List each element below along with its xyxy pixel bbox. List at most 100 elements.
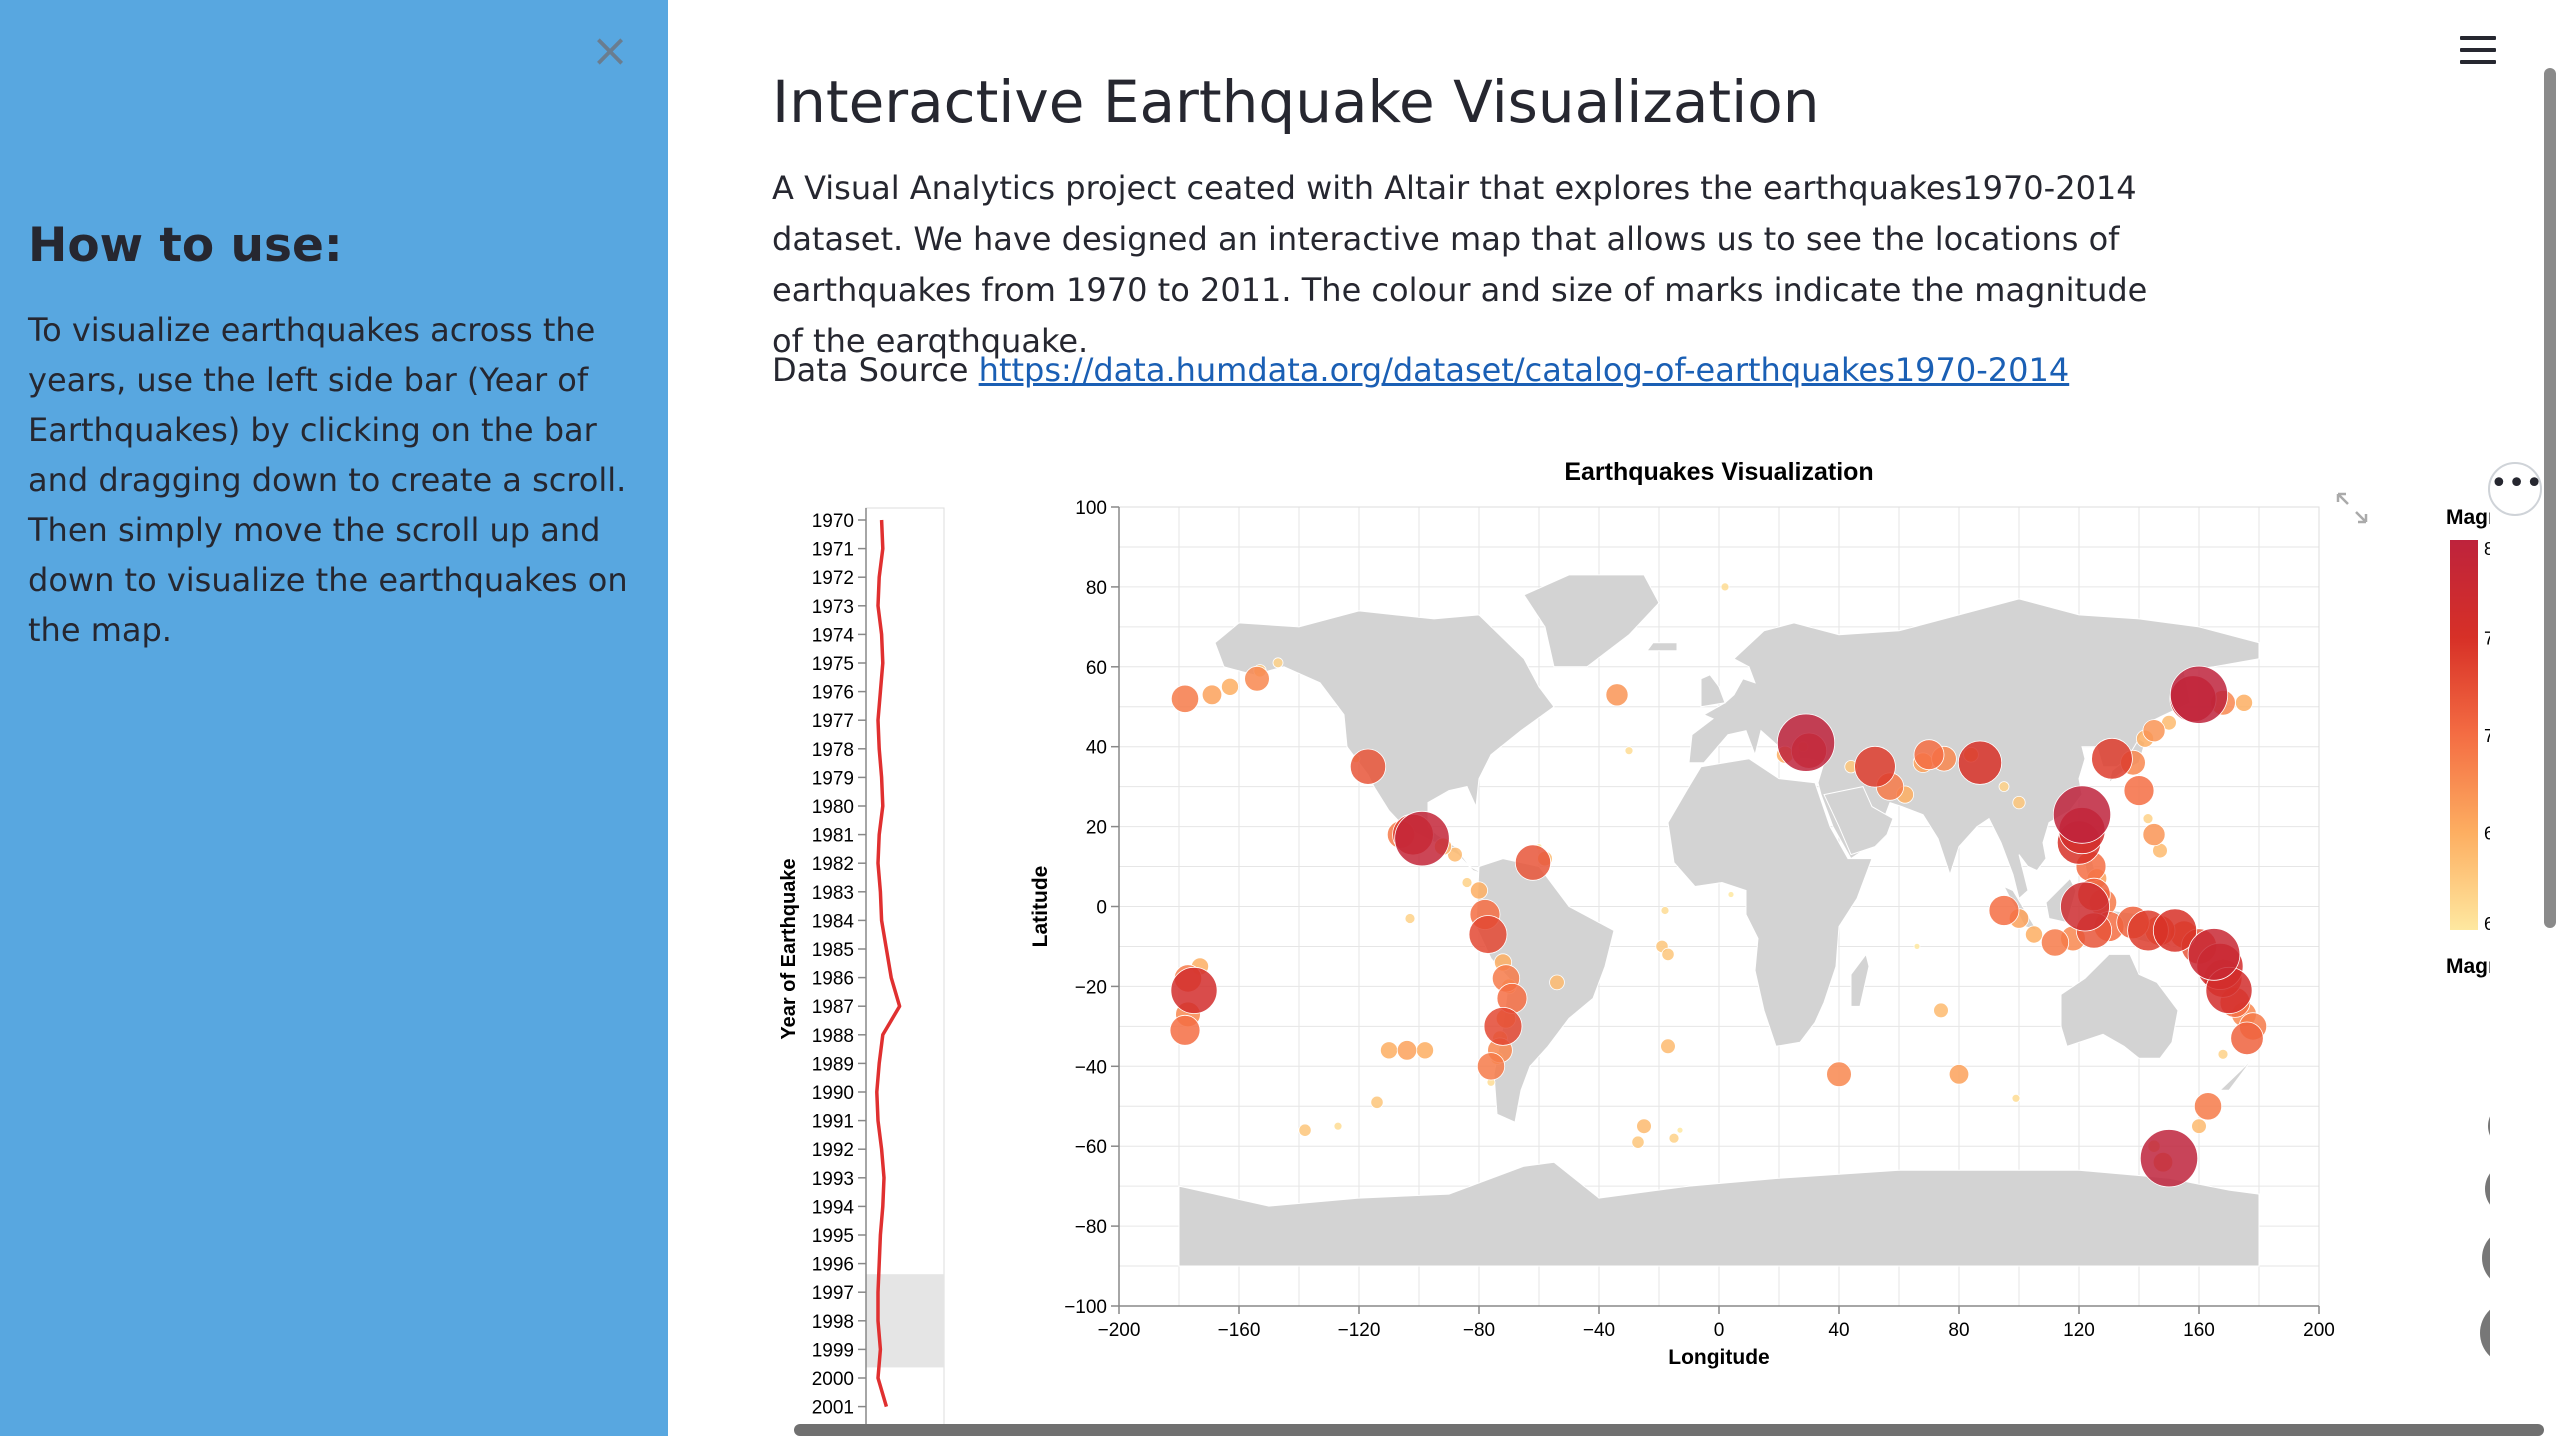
x-tick-label: −160: [1218, 1320, 1261, 1341]
earthquake-point: [2060, 881, 2110, 932]
year-tick-label: 2001: [812, 1398, 854, 1419]
y-tick-label: −40: [1075, 1057, 1107, 1078]
year-tick-label: 1971: [812, 540, 854, 561]
year-tick-label: 1980: [812, 797, 854, 818]
color-legend-label: 6.0: [2484, 914, 2490, 934]
hamburger-menu-icon[interactable]: [2460, 36, 2496, 66]
earthquake-point: [1668, 1132, 1680, 1144]
earthquake-point: [1776, 713, 1836, 772]
earthquake-point: [2142, 823, 2166, 847]
color-legend-title: Magnitude: [2446, 506, 2490, 529]
year-tick-label: 2000: [812, 1369, 854, 1390]
year-tick-label: 1991: [812, 1112, 854, 1133]
earthquake-point: [1404, 913, 1416, 924]
earthquake-point: [1170, 684, 1200, 713]
close-icon[interactable]: ×: [590, 27, 630, 73]
earthquake-point: [2142, 719, 2166, 743]
year-series-line: [875, 519, 902, 1408]
earthquake-point: [2217, 1048, 2229, 1060]
earthquake-point: [2091, 737, 2133, 780]
land-greenland: [1523, 574, 1660, 668]
land-new-zealand: [2218, 1057, 2254, 1091]
year-tick-label: 1986: [812, 969, 854, 990]
year-tick-label: 1977: [812, 711, 854, 732]
earthquake-point: [2169, 665, 2229, 724]
x-tick-label: 120: [2063, 1320, 2095, 1341]
earthquake-point: [1605, 683, 1629, 707]
year-tick-label: 1978: [812, 740, 854, 761]
earthquake-point: [2040, 928, 2070, 957]
menu-line: [2460, 48, 2496, 52]
year-chart[interactable]: 1970 1971 1972 1973 1974 1975 1976 1977 1978 1979…: [778, 507, 945, 1424]
earthquake-point: [1476, 1052, 1506, 1081]
year-tick-label: 1985: [812, 940, 854, 961]
earthquake-point: [1549, 974, 1565, 991]
earthquake-point: [1660, 1038, 1676, 1055]
year-tick-label: 1996: [812, 1255, 854, 1276]
y-tick-label: 40: [1086, 738, 1107, 759]
earthquake-point: [2012, 795, 2026, 810]
y-tick-label: 60: [1086, 658, 1107, 679]
year-tick-label: 1995: [812, 1226, 854, 1247]
color-legend-label: 7.0: [2484, 726, 2490, 746]
earthquake-point: [2191, 1118, 2207, 1134]
horizontal-scrollbar[interactable]: [794, 1424, 2544, 1436]
color-legend-label: 7.5: [2484, 629, 2490, 649]
data-source-label: Data Source: [772, 351, 969, 389]
data-source: Data Source https://data.humdata.org/dat…: [772, 345, 2069, 395]
color-legend-gradient: [2450, 540, 2478, 930]
year-tick-label: 1983: [812, 883, 854, 904]
y-tick-label: 0: [1096, 898, 1107, 919]
earthquake-point: [1380, 1041, 1399, 1060]
size-legend-circle: [2488, 1116, 2490, 1136]
x-axis-title: Longitude: [1668, 1346, 1769, 1369]
x-tick-label: −120: [1338, 1320, 1381, 1341]
earthquake-point: [1661, 947, 1675, 962]
year-axis-title: Year of Earthquake: [778, 858, 800, 1039]
year-tick-label: 1992: [812, 1140, 854, 1161]
earthquake-point: [1514, 844, 1552, 881]
earthquake-point: [1169, 1014, 1201, 1046]
more-options-button[interactable]: •••: [2488, 462, 2543, 516]
earthquake-point: [1676, 1126, 1684, 1134]
y-tick-label: 100: [1075, 498, 1107, 519]
year-tick-label: 1989: [812, 1054, 854, 1075]
earthquake-point: [1727, 891, 1735, 898]
sidebar-instructions: To visualize earthquakes across the year…: [28, 311, 628, 649]
menu-line: [2460, 60, 2496, 64]
earthquake-point: [1624, 746, 1634, 756]
vertical-scrollbar[interactable]: [2544, 68, 2556, 928]
earthquake-point: [1298, 1123, 1312, 1137]
year-tick-label: 1994: [812, 1197, 855, 1218]
y-axis-title: Latitude: [1029, 866, 1052, 948]
earthquake-point: [1913, 739, 1945, 771]
x-tick-label: 160: [2183, 1320, 2215, 1341]
page-title: Interactive Earthquake Visualization: [772, 68, 1820, 136]
year-tick-label: 1988: [812, 1026, 854, 1047]
size-legend-circle: [2482, 1237, 2490, 1279]
year-tick-label: 1979: [812, 768, 854, 789]
x-tick-label: −40: [1583, 1320, 1615, 1341]
land-iceland: [1646, 642, 1678, 652]
sidebar-heading: How to use:: [28, 218, 343, 273]
data-source-link[interactable]: https://data.humdata.org/dataset/catalog…: [979, 351, 2070, 389]
earthquake-point: [1396, 1040, 1418, 1061]
earthquake-point: [2139, 1129, 2199, 1188]
earthquake-point: [2142, 813, 2154, 825]
earthquake-point: [2025, 925, 2044, 944]
earthquake-point: [2230, 1021, 2264, 1055]
earthquake-point: [2235, 693, 2254, 712]
earthquake-point: [1220, 677, 1239, 696]
land-madagascar: [1850, 953, 1870, 1007]
land-north-america: [1214, 610, 1555, 875]
x-tick-label: 0: [1714, 1320, 1725, 1341]
year-tick-label: 1974: [812, 625, 855, 646]
earthquake-point: [1933, 1002, 1949, 1019]
x-tick-label: 200: [2303, 1320, 2335, 1341]
y-tick-label: −80: [1075, 1217, 1107, 1238]
earthquake-point: [1631, 1135, 1645, 1149]
earthquake-point: [1468, 915, 1508, 954]
year-tick-label: 1970: [812, 511, 854, 532]
intro-paragraph: A Visual Analytics project ceated with A…: [772, 169, 2148, 360]
x-tick-label: −80: [1463, 1320, 1495, 1341]
